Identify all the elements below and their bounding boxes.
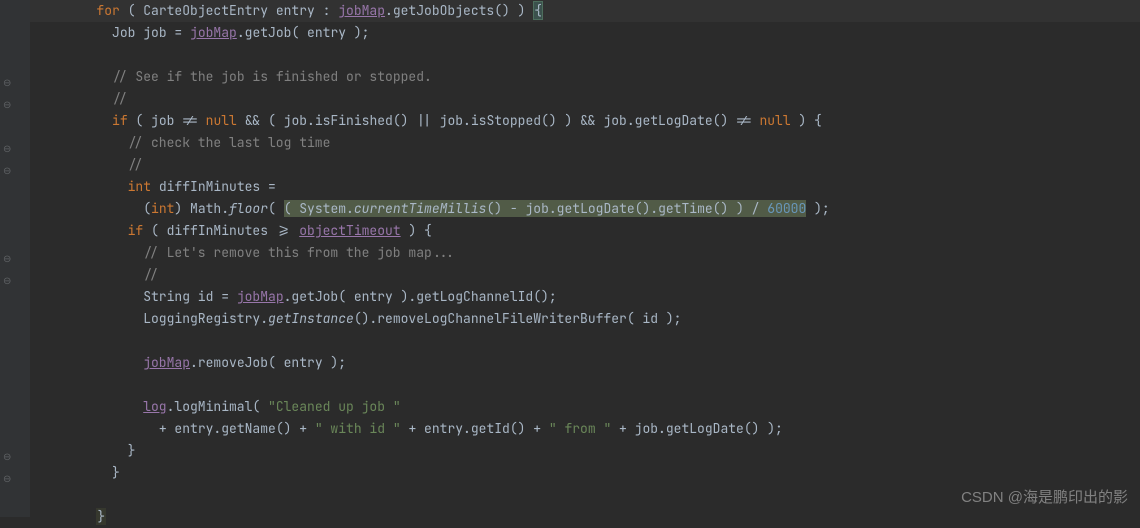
fold-icon[interactable]: ⊖	[3, 78, 13, 88]
code-line[interactable]: }	[30, 440, 1140, 462]
code-line[interactable]: //	[30, 154, 1140, 176]
code-line[interactable]	[30, 374, 1140, 396]
code-line[interactable]: //	[30, 264, 1140, 286]
fold-icon[interactable]: ⊖	[3, 254, 13, 264]
code-line[interactable]: Job job = jobMap.getJob( entry );	[30, 22, 1140, 44]
code-editor[interactable]: ⊖ ⊖ ⊖ ⊖ ⊖ ⊖ ⊖ ⊖ for ( CarteObjectEntry entry : …	[0, 0, 1140, 517]
fold-icon[interactable]: ⊖	[3, 100, 13, 110]
code-line[interactable]: (int) Math.floor( ( System.currentTimeMi…	[30, 198, 1140, 220]
code-line[interactable]: String id = jobMap.getJob( entry ).getLo…	[30, 286, 1140, 308]
code-area[interactable]: for ( CarteObjectEntry entry : jobMap.ge…	[30, 0, 1140, 517]
code-line[interactable]	[30, 484, 1140, 506]
gutter[interactable]: ⊖ ⊖ ⊖ ⊖ ⊖ ⊖ ⊖ ⊖	[0, 0, 30, 517]
code-line[interactable]: // Let's remove this from the job map...	[30, 242, 1140, 264]
code-line[interactable]: + entry.getName() + " with id " + entry.…	[30, 418, 1140, 440]
code-line[interactable]: jobMap.removeJob( entry );	[30, 352, 1140, 374]
code-line[interactable]: }	[30, 462, 1140, 484]
code-line[interactable]	[30, 44, 1140, 66]
fold-icon[interactable]: ⊖	[3, 276, 13, 286]
code-line[interactable]: //	[30, 88, 1140, 110]
code-line[interactable]: log.logMinimal( "Cleaned up job "	[30, 396, 1140, 418]
fold-icon[interactable]: ⊖	[3, 474, 13, 484]
fold-icon[interactable]: ⊖	[3, 452, 13, 462]
fold-icon[interactable]: ⊖	[3, 166, 13, 176]
code-line[interactable]: if ( diffInMinutes >= objectTimeout ) {	[30, 220, 1140, 242]
code-line[interactable]: // check the last log time	[30, 132, 1140, 154]
code-line[interactable]: }	[30, 506, 1140, 528]
code-line[interactable]: if ( job != null && ( job.isFinished() |…	[30, 110, 1140, 132]
code-line[interactable]	[30, 330, 1140, 352]
code-line[interactable]: for ( CarteObjectEntry entry : jobMap.ge…	[30, 0, 1140, 22]
code-line[interactable]: LoggingRegistry.getInstance().removeLogC…	[30, 308, 1140, 330]
fold-icon[interactable]: ⊖	[3, 144, 13, 154]
code-line[interactable]: // See if the job is finished or stopped…	[30, 66, 1140, 88]
code-line[interactable]: int diffInMinutes =	[30, 176, 1140, 198]
